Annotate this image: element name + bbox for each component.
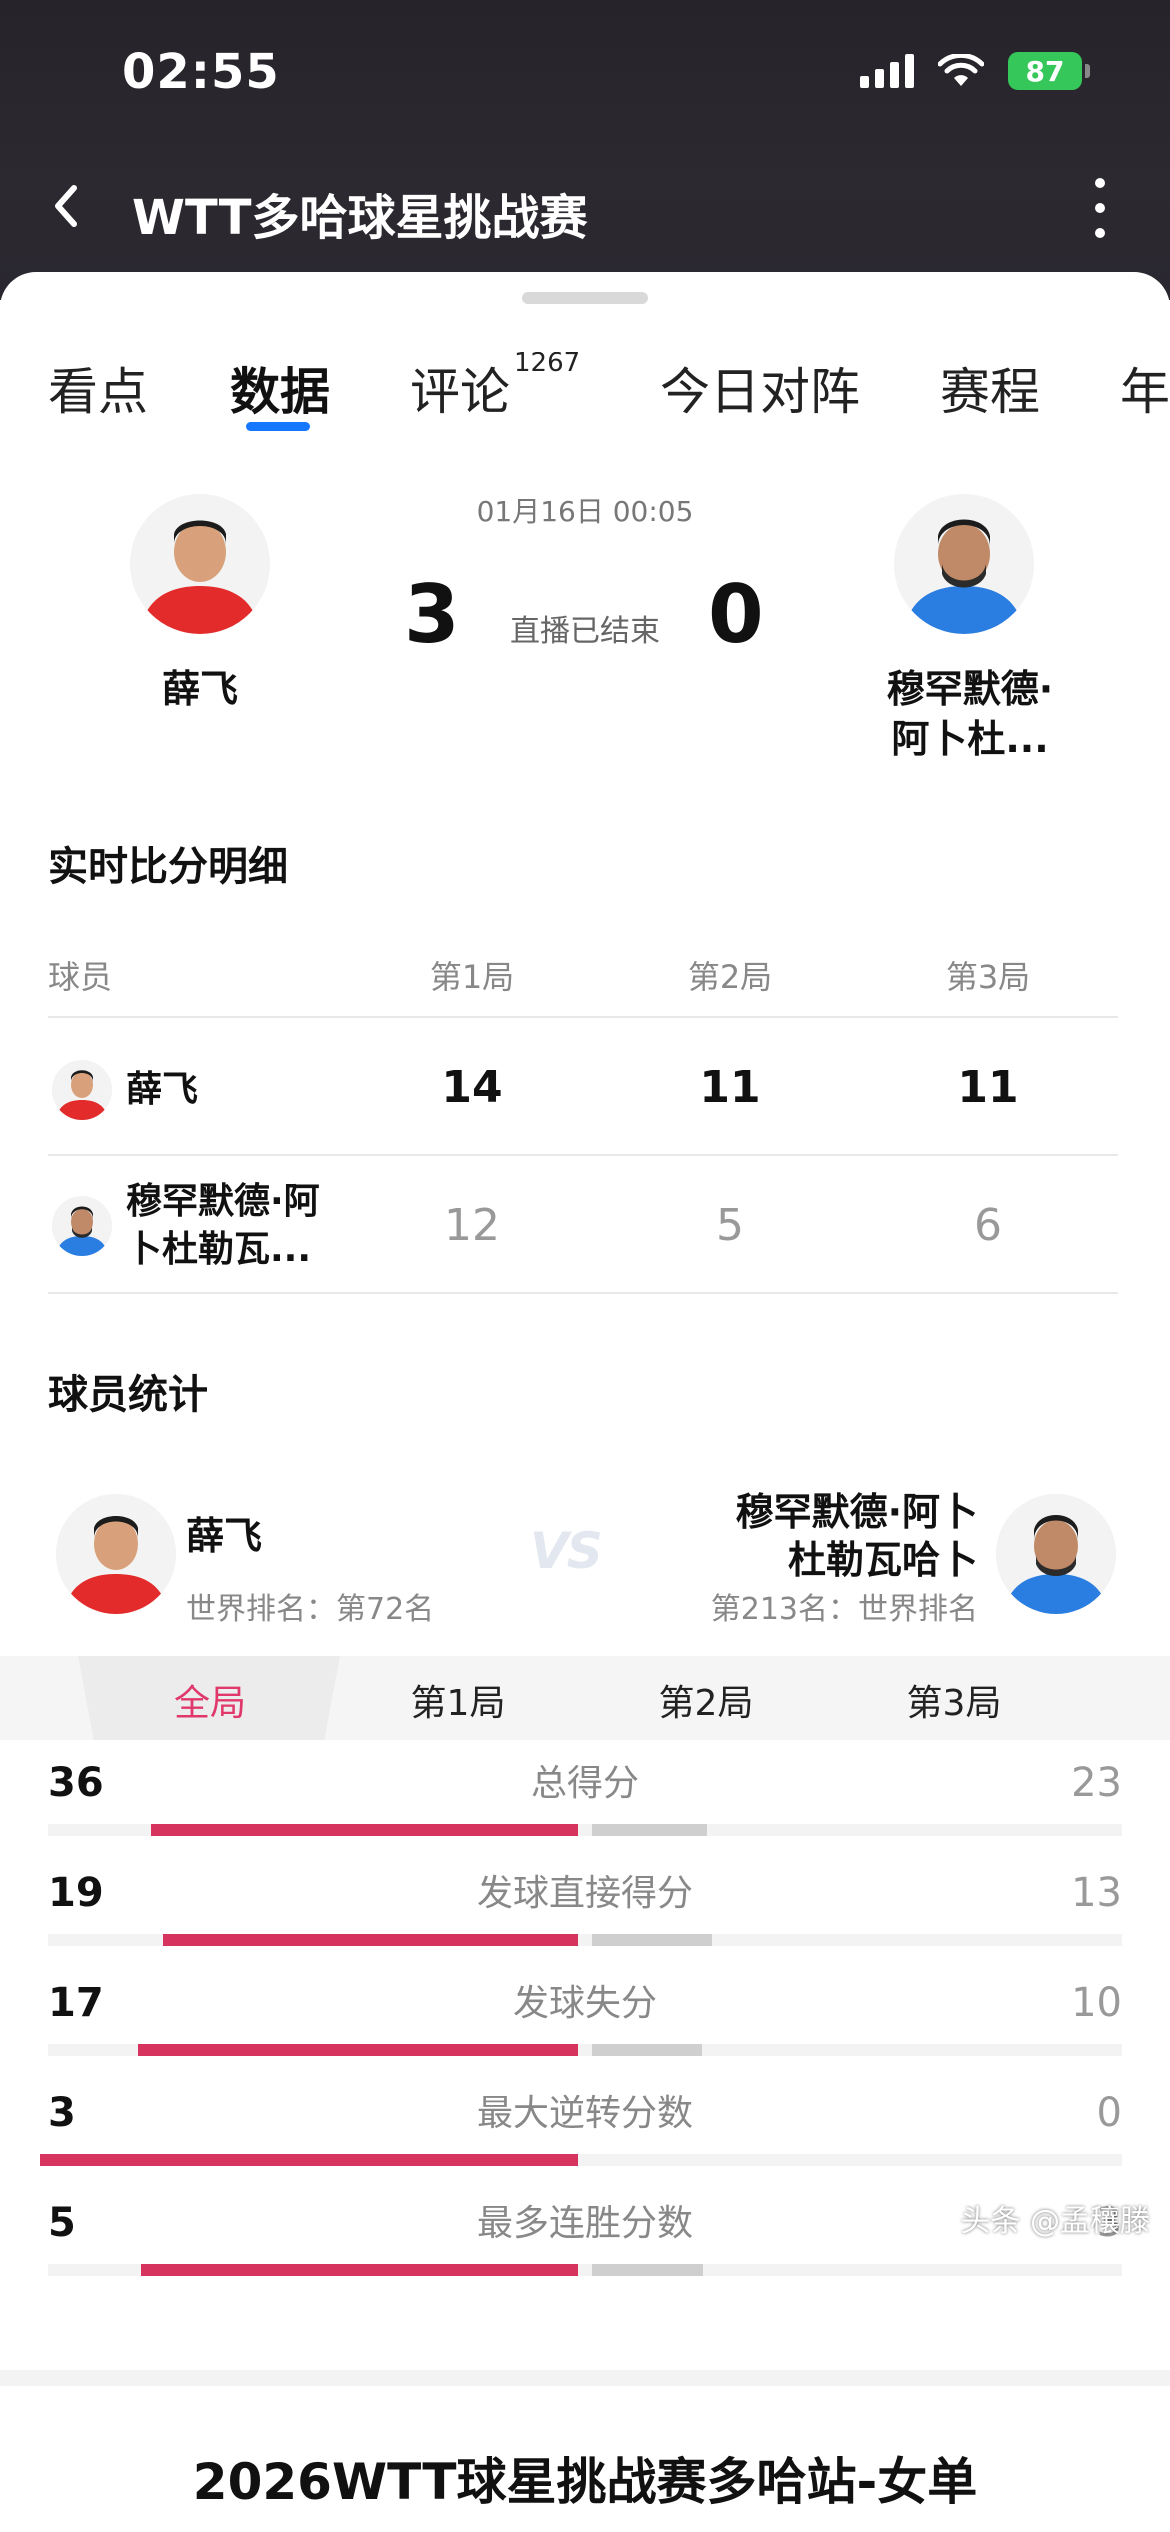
active-tab-indicator: [246, 422, 310, 431]
tab-data[interactable]: 数据: [230, 352, 330, 424]
status-time: 02:55: [122, 44, 280, 100]
table-divider: [48, 1154, 1118, 1156]
stats-away-rank: 第213名：世界排名: [710, 1592, 978, 1627]
game3-score: 6: [974, 1200, 1002, 1251]
wifi-icon: [938, 54, 984, 86]
period-tab-game1[interactable]: 第1局: [358, 1674, 558, 1726]
stat-label: 最大逆转分数: [476, 2093, 693, 2134]
next-section-title: 2026WTT球星挑战赛多哈站-女单: [192, 2453, 978, 2511]
stat-away-value: 13: [1071, 1870, 1122, 1916]
period-tab-game3[interactable]: 第3局: [854, 1674, 1054, 1726]
home-player-avatar-small: [52, 1060, 112, 1120]
table-divider: [48, 1016, 1118, 1018]
game1-score: 14: [441, 1062, 503, 1113]
col-header-game1: 第1局: [429, 958, 515, 996]
drag-handle[interactable]: [522, 292, 648, 304]
vs-mark: VS: [530, 1522, 603, 1580]
tab-year[interactable]: 年: [1120, 352, 1170, 424]
cellular-signal-icon: [860, 54, 914, 88]
status-icons: 87: [860, 52, 1090, 90]
period-tab-all[interactable]: 全局: [110, 1674, 310, 1726]
stat-home-bar: [151, 1824, 578, 1836]
player-stats-title: 球员统计: [48, 1372, 208, 1418]
comment-count: 1267: [514, 352, 581, 379]
game2-score: 5: [716, 1200, 744, 1251]
tab-bar: 看点 数据 评论 1267 今日对阵 赛程 年: [0, 352, 1170, 432]
stat-away-value: 0: [1096, 2090, 1122, 2136]
stat-label: 发球直接得分: [476, 1873, 693, 1914]
page-title: WTT多哈球星挑战赛: [132, 190, 588, 246]
stat-away-value: 10: [1071, 1980, 1122, 2026]
stat-home-bar: [163, 1934, 578, 1946]
stats-away-name: 穆罕默德·阿卜 杜勒瓦哈卜: [735, 1490, 978, 1582]
col-header-game3: 第3局: [945, 958, 1031, 996]
stat-label: 总得分: [530, 1763, 639, 1804]
stats-home-name: 薛飞: [186, 1514, 263, 1558]
period-tab-game2[interactable]: 第2局: [606, 1674, 806, 1726]
content-card: 看点 数据 评论 1267 今日对阵 赛程 年 01月16日 00:05 薛飞 3…: [0, 272, 1170, 2532]
home-player-name: 薛飞: [161, 667, 238, 711]
tab-today-matches[interactable]: 今日对阵: [660, 352, 860, 424]
battery-icon: 87: [1008, 52, 1090, 90]
col-header-game2: 第2局: [687, 958, 773, 996]
away-score: 0: [708, 568, 764, 661]
stats-home-rank: 世界排名：第72名: [186, 1592, 435, 1627]
stat-away-bar: [592, 1824, 707, 1836]
stat-away-bar: [592, 2044, 702, 2056]
away-player-avatar-stats: [996, 1494, 1116, 1614]
game3-score: 11: [957, 1062, 1019, 1113]
back-arrow-icon[interactable]: [44, 176, 88, 236]
game1-score: 12: [444, 1200, 500, 1251]
home-player-avatar-stats: [56, 1494, 176, 1614]
more-options-icon[interactable]: [1090, 178, 1110, 238]
stat-home-bar: [40, 2154, 578, 2166]
col-header-player: 球员: [48, 958, 113, 996]
tab-schedule[interactable]: 赛程: [940, 352, 1040, 424]
away-player-avatar-small: [52, 1196, 112, 1256]
tab-comments[interactable]: 评论 1267: [410, 352, 580, 424]
away-player-name: 穆罕默德· 阿卜杜...: [886, 667, 1054, 761]
away-player-avatar[interactable]: [894, 494, 1034, 634]
stat-away-bar: [592, 2264, 703, 2276]
top-header: 02:55 87 WTT多哈球星挑战赛: [0, 0, 1170, 300]
tab-highlights[interactable]: 看点: [48, 352, 148, 424]
row-player-name: 薛飞: [126, 1069, 199, 1110]
table-divider: [48, 1292, 1118, 1294]
stat-away-value: 23: [1071, 1760, 1122, 1806]
battery-level: 87: [1008, 52, 1082, 90]
stat-away-bar: [592, 1934, 712, 1946]
score-detail-title: 实时比分明细: [48, 844, 288, 890]
stat-label: 发球失分: [512, 1983, 657, 2024]
row-player-name: 穆罕默德·阿 卜杜勒瓦...: [126, 1181, 320, 1270]
stat-home-bar: [138, 2044, 578, 2056]
section-divider: [0, 2370, 1170, 2386]
period-selector: 全局 第1局 第2局 第3局: [0, 1656, 1170, 1740]
stat-home-bar: [141, 2264, 578, 2276]
watermark: 头条 @孟穰滕: [960, 2204, 1150, 2239]
game2-score: 11: [699, 1062, 761, 1113]
